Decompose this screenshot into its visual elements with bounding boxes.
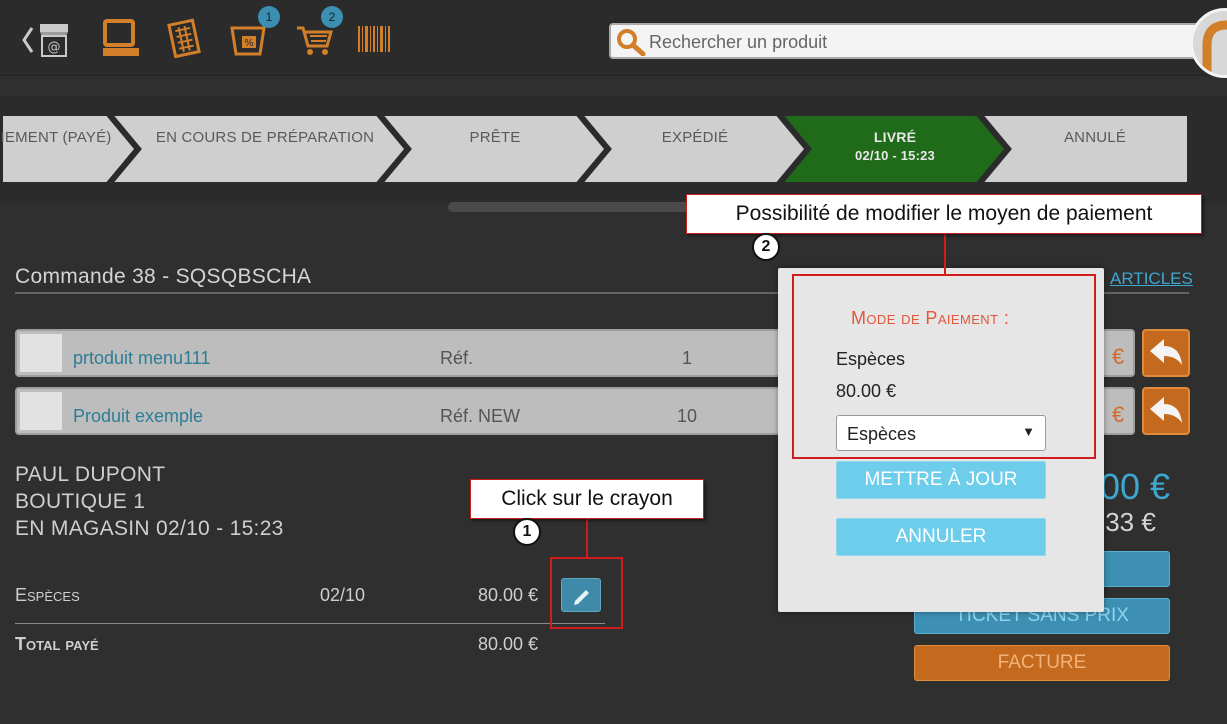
return-button[interactable] [1142,329,1190,377]
order-status-steps [0,113,1193,185]
annotation-highlight-pencil [550,557,623,629]
articles-link[interactable]: ARTICLES [1110,269,1193,289]
steps-scrollbar-thumb[interactable] [448,202,708,212]
discount-badge: 1 [258,6,280,28]
cancel-button[interactable]: ANNULER [836,518,1046,556]
back-shop-icon[interactable]: @ [20,20,68,60]
step-cancelled-shape [974,113,1193,185]
step-cancelled[interactable]: ANNULÉ [1010,129,1180,146]
product-name[interactable]: prtoduit menu111 [73,348,210,369]
product-thumbnail [20,392,62,430]
barcode-icon[interactable] [356,18,396,58]
product-qty: 10 [676,406,698,426]
payment-amount: 80.00 € [478,585,539,605]
order-title: Commande 38 - SQSQBSCHA [15,265,312,288]
invoice-button[interactable]: FACTURE [914,645,1170,681]
register-icon[interactable] [102,18,142,58]
search-bar [609,23,1227,59]
product-ref: Réf. NEW [440,406,521,426]
payment-date: 02/10 [320,585,366,605]
step-ready[interactable]: PRÊTE [410,129,580,146]
step-delivered-label: LIVRÉ [873,129,917,145]
step-ready-shape [374,113,612,185]
step-paid[interactable]: IEMENT (PAYÉ) [0,129,112,146]
product-name[interactable]: Produit exemple [73,406,203,427]
step-shipped-shape [574,113,812,185]
step-preparing[interactable]: EN COURS DE PRÉPARATION [145,129,385,146]
product-price: € [1112,402,1125,427]
delivery-mode: EN MAGASIN 02/10 - 15:23 [15,517,284,540]
step-delivered-date: 02/10 - 15:23 [855,148,935,163]
catalog-icon[interactable] [166,18,206,59]
payment-method: Espèces [15,585,80,605]
return-arrow-icon [1150,339,1182,365]
product-price: € [1112,344,1125,369]
shop-name: BOUTIQUE 1 [15,490,146,513]
step-shipped[interactable]: EXPÉDIÉ [610,129,780,146]
customer-name: PAUL DUPONT [15,463,166,486]
annotation-callout-2: Possibilité de modifier le moyen de paie… [686,194,1202,234]
total-paid-label: Total payé [15,634,99,654]
product-thumbnail [20,334,62,372]
step-preparing-shape [104,113,412,185]
annotation-number-1: 1 [513,518,541,546]
search-input[interactable] [649,30,1169,54]
product-qty: 1 [681,348,692,368]
total-paid-amount: 80.00 € [478,634,539,654]
step-delivered[interactable]: LIVRÉ 02/10 - 15:23 [810,129,980,163]
svg-text:%: % [244,38,254,49]
annotation-highlight-modal [792,274,1096,459]
return-arrow-icon [1150,397,1182,423]
annotation-callout-1: Click sur le crayon [470,479,704,519]
order-total: 00 € [1100,466,1171,507]
cart-badge: 2 [321,6,343,28]
svg-text:@: @ [48,40,61,55]
product-ref: Réf. [440,348,474,368]
update-button[interactable]: METTRE À JOUR [836,461,1046,499]
divider [15,623,605,624]
annotation-connector [586,518,588,558]
return-button[interactable] [1142,387,1190,435]
annotation-connector [944,233,946,275]
annotation-number-2: 2 [752,233,780,261]
order-subtotal: .33 € [1098,507,1156,537]
search-icon [617,29,646,56]
